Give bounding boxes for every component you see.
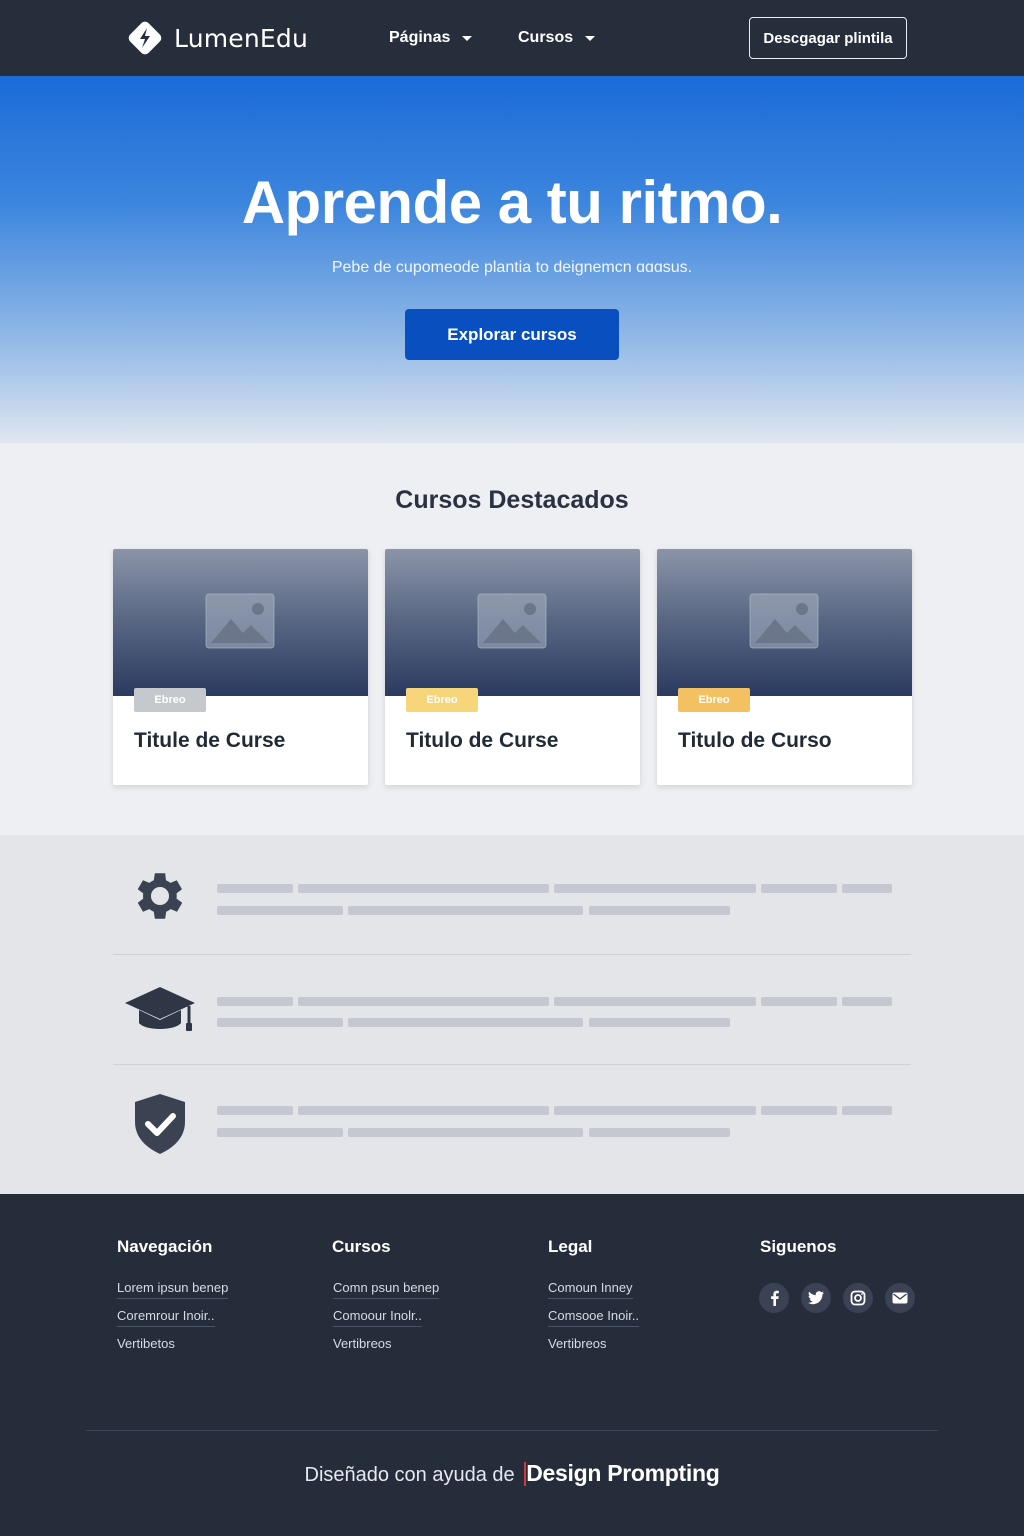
- footer-link[interactable]: Coremrour Inoir..: [117, 1308, 215, 1327]
- course-thumbnail: [385, 549, 640, 696]
- chevron-down-icon: [462, 35, 473, 41]
- course-thumbnail: [657, 549, 912, 696]
- facebook-icon[interactable]: [759, 1283, 789, 1313]
- footer-nav-title: Navegación: [117, 1237, 213, 1256]
- image-placeholder-icon: [205, 593, 275, 649]
- download-template-button[interactable]: Descgagar plintila: [749, 17, 907, 59]
- course-badge: Ebreo: [134, 688, 206, 712]
- gear-icon: [137, 873, 183, 919]
- placeholder-line: [842, 884, 892, 893]
- placeholder-line: [554, 997, 756, 1006]
- placeholder-line: [589, 906, 730, 915]
- placeholder-line: [217, 997, 293, 1006]
- email-icon[interactable]: [885, 1283, 915, 1313]
- course-card[interactable]: Ebreo Titulo de Curse: [385, 549, 640, 785]
- placeholder-line: [217, 1018, 343, 1027]
- hero-section: Aprende a tu ritmo. Pebe de cupomeode pl…: [0, 76, 1024, 443]
- footer-link[interactable]: Comn psun benep: [333, 1280, 440, 1299]
- course-badge: Ebreo: [406, 688, 478, 712]
- placeholder-line: [554, 1106, 756, 1115]
- footer-link[interactable]: Comoun Inney: [548, 1280, 633, 1299]
- logo-icon: [128, 21, 162, 55]
- footer-link[interactable]: Vertibetos: [117, 1336, 175, 1354]
- footer-cursos-title: Cursos: [332, 1237, 391, 1256]
- course-card[interactable]: Ebreo Titule de Curse: [113, 549, 368, 785]
- nav-paginas[interactable]: Páginas: [389, 27, 473, 49]
- course-thumbnail: [113, 549, 368, 696]
- nav-cursos-label: Cursos: [518, 29, 574, 46]
- featured-courses-section: Cursos Destacados Ebreo Titule de Curse …: [0, 443, 1024, 835]
- instagram-icon[interactable]: [843, 1283, 873, 1313]
- footer-link[interactable]: Vertibreos: [548, 1336, 607, 1354]
- twitter-icon[interactable]: [801, 1283, 831, 1313]
- graduation-cap-icon: [125, 987, 195, 1031]
- placeholder-line: [842, 997, 892, 1006]
- feature-row: [113, 1092, 911, 1177]
- brand[interactable]: LumenEdu: [126, 19, 308, 57]
- chevron-down-icon: [585, 35, 596, 41]
- top-navbar: LumenEdu Páginas Cursos Descgagar plinti…: [0, 0, 1024, 76]
- credit-prefix: Diseñado con ayuda de: [304, 1464, 515, 1486]
- footer-credit: Diseñado con ayuda de Design Prompting: [0, 1460, 1024, 1487]
- footer-divider: [86, 1430, 938, 1431]
- feature-row: [113, 983, 911, 1068]
- hero-title: Aprende a tu ritmo.: [241, 169, 783, 236]
- hero-subtitle: Pebe de cupomeode plantia to deignemcn ɑ…: [331, 259, 693, 276]
- placeholder-line: [217, 884, 293, 893]
- shield-check-icon: [135, 1094, 185, 1154]
- course-card[interactable]: Ebreo Titulo de Curso: [657, 549, 912, 785]
- course-badge: Ebreo: [678, 688, 750, 712]
- placeholder-line: [761, 997, 837, 1006]
- image-placeholder-icon: [749, 593, 819, 649]
- section-title: Cursos Destacados: [395, 486, 629, 514]
- placeholder-line: [217, 1128, 343, 1137]
- explore-courses-button[interactable]: Explorar cursos: [405, 309, 619, 360]
- nav-paginas-label: Páginas: [389, 29, 451, 46]
- design-prompting-link[interactable]: Design Prompting: [526, 1460, 720, 1486]
- placeholder-line: [348, 906, 583, 915]
- footer-link[interactable]: Lorem ipsun benep: [117, 1280, 229, 1299]
- footer-legal-title: Legal: [548, 1237, 593, 1256]
- placeholder-line: [217, 906, 343, 915]
- placeholder-line: [761, 884, 837, 893]
- placeholder-line: [554, 884, 756, 893]
- placeholder-line: [589, 1128, 730, 1137]
- placeholder-line: [298, 997, 549, 1006]
- course-title[interactable]: Titule de Curse: [134, 729, 285, 753]
- footer-link[interactable]: Comoour Inolr..: [333, 1308, 422, 1327]
- features-section: [0, 835, 1024, 1194]
- footer: Navegación Lorem ipsun benep Coremrour I…: [0, 1194, 1024, 1536]
- placeholder-line: [298, 1106, 549, 1115]
- footer-link[interactable]: Comsooe Inoir..: [548, 1308, 640, 1327]
- divider: [113, 1064, 911, 1065]
- course-title[interactable]: Titulo de Curso: [678, 729, 832, 753]
- placeholder-line: [842, 1106, 892, 1115]
- footer-social-title: Siguenos: [760, 1237, 837, 1256]
- feature-row: [113, 865, 911, 955]
- image-placeholder-icon: [477, 593, 547, 649]
- placeholder-line: [348, 1128, 583, 1137]
- brand-name: LumenEdu: [174, 23, 309, 53]
- divider: [113, 954, 911, 955]
- placeholder-line: [761, 1106, 837, 1115]
- placeholder-line: [298, 884, 549, 893]
- footer-link[interactable]: Vertibreos: [333, 1336, 392, 1354]
- placeholder-line: [348, 1018, 583, 1027]
- placeholder-line: [589, 1018, 730, 1027]
- placeholder-line: [217, 1106, 293, 1115]
- course-title[interactable]: Titulo de Curse: [406, 729, 558, 753]
- nav-cursos[interactable]: Cursos: [518, 27, 596, 49]
